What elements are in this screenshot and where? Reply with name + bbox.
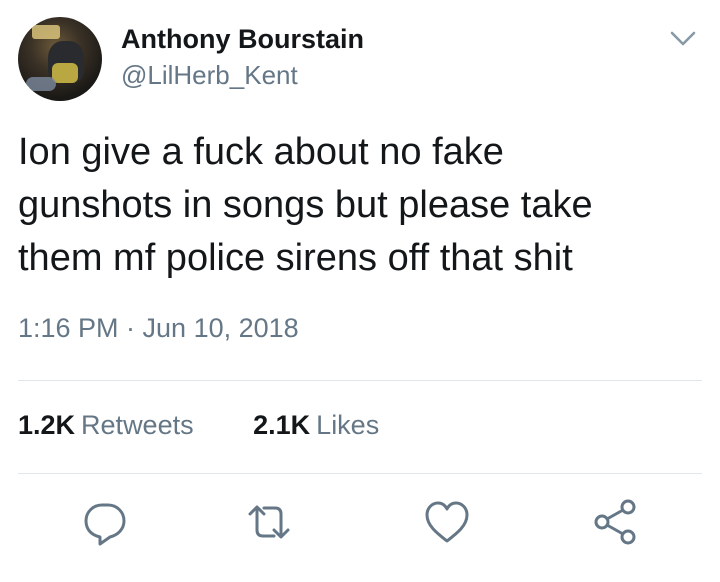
retweets-count: 1.2K — [18, 410, 76, 440]
tweet-timestamp[interactable]: 1:16 PM · Jun 10, 2018 — [18, 313, 299, 344]
tweet-text: Ion give a fuck about no fake gunshots i… — [18, 131, 593, 279]
user-handle[interactable]: @LilHerb_Kent — [121, 60, 298, 91]
heart-icon — [425, 501, 469, 543]
tweet-card: Anthony Bourstain @LilHerb_Kent Ion give… — [0, 0, 720, 582]
retweet-button[interactable] — [244, 497, 294, 547]
likes-count: 2.1K — [253, 410, 311, 440]
action-bar — [0, 497, 720, 547]
retweets-label: Retweets — [81, 410, 194, 440]
retweet-icon — [248, 505, 290, 539]
like-button[interactable] — [422, 497, 472, 547]
share-button[interactable] — [590, 497, 640, 547]
reply-button[interactable] — [80, 497, 130, 547]
avatar-photo-detail — [32, 25, 60, 39]
user-avatar[interactable] — [18, 17, 102, 101]
divider — [18, 380, 702, 381]
tweet-stats: 1.2K Retweets 2.1K Likes — [18, 410, 431, 441]
chevron-down-icon[interactable] — [668, 28, 698, 50]
display-name[interactable]: Anthony Bourstain — [121, 24, 364, 55]
retweets-stat[interactable]: 1.2K Retweets — [18, 410, 194, 441]
reply-icon — [84, 503, 126, 546]
likes-stat[interactable]: 2.1K Likes — [253, 410, 379, 441]
likes-label: Likes — [316, 410, 380, 440]
divider — [18, 473, 702, 474]
share-icon — [594, 499, 636, 545]
avatar-photo-detail — [26, 77, 56, 91]
avatar-photo-detail — [52, 63, 78, 83]
